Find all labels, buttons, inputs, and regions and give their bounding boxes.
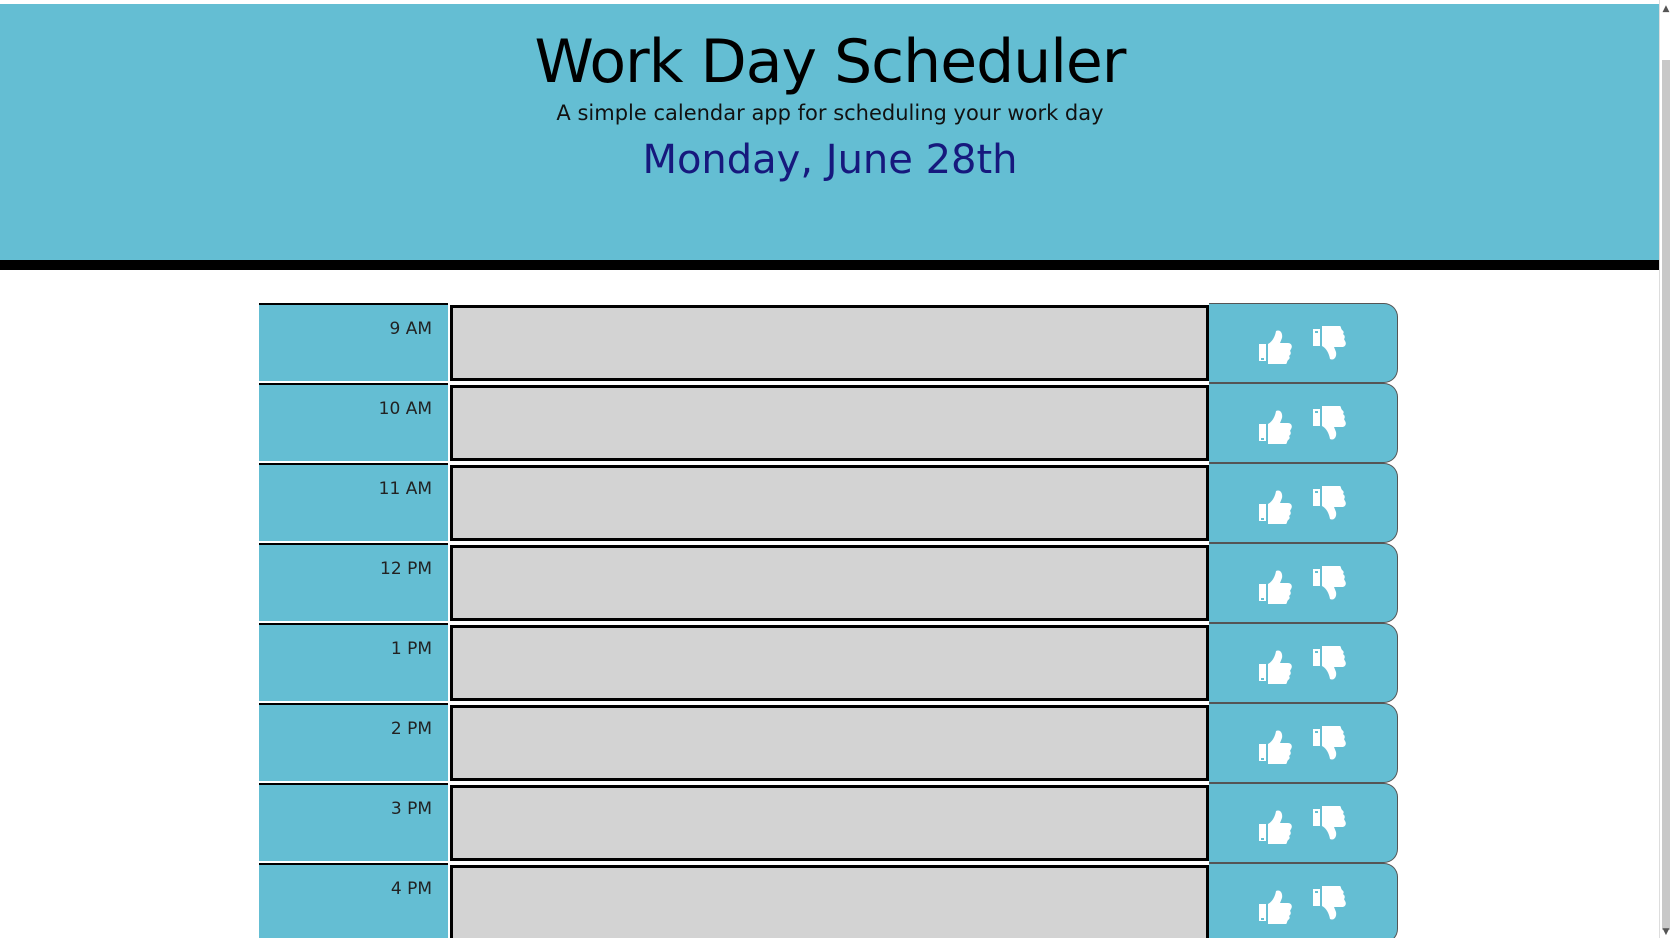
row-actions xyxy=(1209,783,1398,863)
timeblock-container: 9 AM 10 AM 11 AM 12 PM 1 PM 2 PM 3 PM 4 … xyxy=(259,303,1399,938)
scroll-up-arrow-icon[interactable]: ▲ xyxy=(1661,4,1671,14)
thumbs-up-icon xyxy=(1259,330,1292,364)
event-description-input[interactable] xyxy=(450,705,1209,781)
hour-label: 3 PM xyxy=(390,799,432,819)
timeblock-row: 11 AM xyxy=(259,463,1399,543)
row-actions xyxy=(1209,863,1398,938)
thumbs-up-icon xyxy=(1259,890,1292,924)
clear-button[interactable] xyxy=(1311,486,1347,524)
timeblock-row: 3 PM xyxy=(259,783,1399,863)
save-button[interactable] xyxy=(1257,886,1293,924)
hour-label: 10 AM xyxy=(378,399,432,419)
timeblock-row: 2 PM xyxy=(259,703,1399,783)
scrollbar-thumb[interactable] xyxy=(1662,60,1670,930)
hour-label: 9 AM xyxy=(389,319,432,339)
clear-button[interactable] xyxy=(1311,566,1347,604)
clear-button[interactable] xyxy=(1311,806,1347,844)
event-description-input[interactable] xyxy=(450,385,1209,461)
clear-button[interactable] xyxy=(1311,406,1347,444)
thumbs-up-icon xyxy=(1259,410,1292,444)
save-button[interactable] xyxy=(1257,486,1293,524)
save-button[interactable] xyxy=(1257,406,1293,444)
thumbs-up-icon xyxy=(1259,730,1292,764)
hour-label-container: 12 PM xyxy=(259,543,448,621)
thumbs-down-icon xyxy=(1313,886,1346,920)
event-description-input[interactable] xyxy=(450,625,1209,701)
timeblock-row: 10 AM xyxy=(259,383,1399,463)
thumbs-down-icon xyxy=(1313,486,1346,520)
thumbs-down-icon xyxy=(1313,566,1346,600)
clear-button[interactable] xyxy=(1311,886,1347,924)
thumbs-down-icon xyxy=(1313,646,1346,680)
hour-label-container: 3 PM xyxy=(259,783,448,861)
hour-label-container: 10 AM xyxy=(259,383,448,461)
hour-label-container: 1 PM xyxy=(259,623,448,701)
row-actions xyxy=(1209,543,1398,623)
save-button[interactable] xyxy=(1257,326,1293,364)
thumbs-up-icon xyxy=(1259,490,1292,524)
thumbs-down-icon xyxy=(1313,806,1346,840)
thumbs-down-icon xyxy=(1313,326,1346,360)
clear-button[interactable] xyxy=(1311,726,1347,764)
page: Work Day Scheduler A simple calendar app… xyxy=(0,0,1672,938)
vertical-scrollbar[interactable]: ▲ ▼ xyxy=(1659,0,1672,938)
event-description-input[interactable] xyxy=(450,865,1209,938)
thumbs-up-icon xyxy=(1259,570,1292,604)
hour-label-container: 4 PM xyxy=(259,863,448,938)
timeblock-row: 4 PM xyxy=(259,863,1399,938)
save-button[interactable] xyxy=(1257,646,1293,684)
timeblock-row: 12 PM xyxy=(259,543,1399,623)
timeblock-row: 1 PM xyxy=(259,623,1399,703)
header-jumbotron: Work Day Scheduler A simple calendar app… xyxy=(0,4,1660,270)
event-description-input[interactable] xyxy=(450,545,1209,621)
page-subtitle: A simple calendar app for scheduling you… xyxy=(556,101,1104,125)
row-actions xyxy=(1209,383,1398,463)
hour-label: 11 AM xyxy=(378,479,432,499)
hour-label-container: 2 PM xyxy=(259,703,448,781)
hour-label: 4 PM xyxy=(390,879,432,899)
thumbs-up-icon xyxy=(1259,650,1292,684)
hour-label: 1 PM xyxy=(390,639,432,659)
hour-label: 2 PM xyxy=(390,719,432,739)
save-button[interactable] xyxy=(1257,726,1293,764)
thumbs-down-icon xyxy=(1313,726,1346,760)
thumbs-up-icon xyxy=(1259,810,1292,844)
event-description-input[interactable] xyxy=(450,305,1209,381)
hour-label-container: 11 AM xyxy=(259,463,448,541)
row-actions xyxy=(1209,623,1398,703)
hour-label-container: 9 AM xyxy=(259,303,448,381)
save-button[interactable] xyxy=(1257,566,1293,604)
row-actions xyxy=(1209,463,1398,543)
scroll-down-arrow-icon[interactable]: ▼ xyxy=(1661,927,1671,937)
event-description-input[interactable] xyxy=(450,465,1209,541)
event-description-input[interactable] xyxy=(450,785,1209,861)
page-title: Work Day Scheduler xyxy=(534,27,1127,97)
timeblock-row: 9 AM xyxy=(259,303,1399,383)
clear-button[interactable] xyxy=(1311,646,1347,684)
clear-button[interactable] xyxy=(1311,326,1347,364)
row-actions xyxy=(1209,303,1398,383)
row-actions xyxy=(1209,703,1398,783)
thumbs-down-icon xyxy=(1313,406,1346,440)
current-day: Monday, June 28th xyxy=(642,137,1018,183)
save-button[interactable] xyxy=(1257,806,1293,844)
hour-label: 12 PM xyxy=(380,559,432,579)
